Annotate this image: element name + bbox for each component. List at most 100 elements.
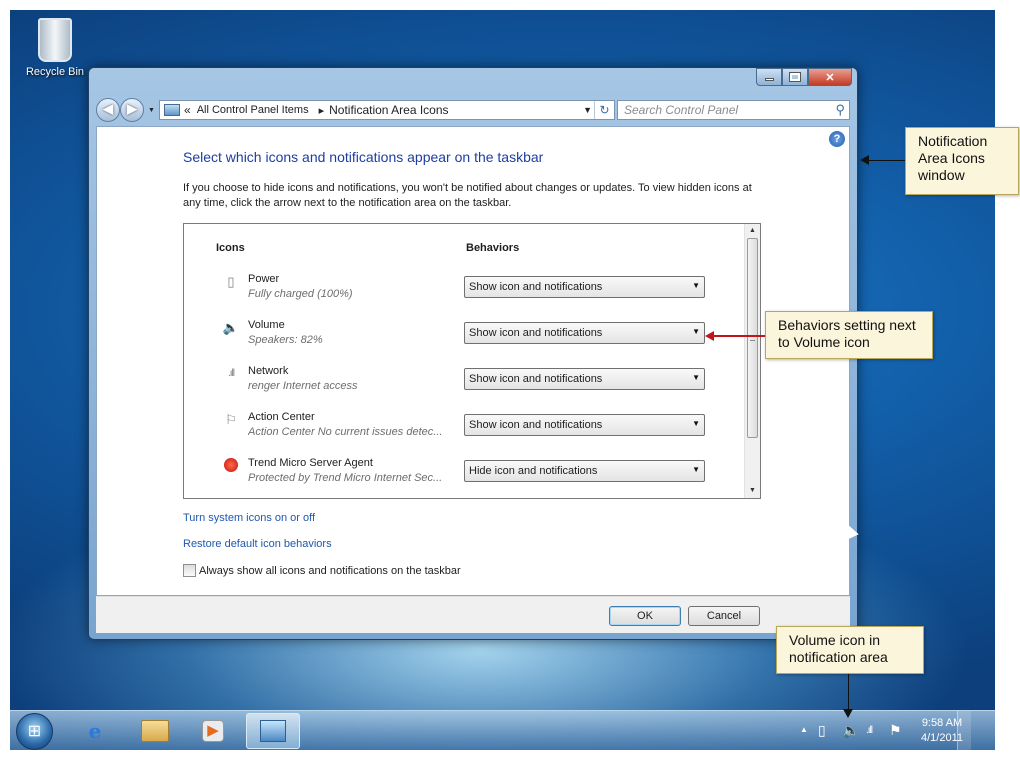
- behavior-select[interactable]: Show icon and notifications ▼: [464, 368, 705, 390]
- always-show-option[interactable]: Always show all icons and notifications …: [183, 564, 461, 577]
- show-hidden-icons-arrow-icon[interactable]: ▲: [800, 725, 808, 734]
- notification-area-icons-window: ✕ ◀ ▶ ▼ « All Control Panel Items ▸ Noti…: [88, 67, 858, 640]
- breadcrumb-item[interactable]: All Control Panel Items: [197, 104, 309, 116]
- icons-table: Icons Behaviors ▯ Power Fully charged (1…: [183, 223, 761, 499]
- taskbar-windows-explorer[interactable]: [128, 713, 182, 749]
- ok-button[interactable]: OK: [609, 606, 681, 626]
- callout-volume-line: [848, 674, 849, 710]
- close-button[interactable]: ✕: [808, 68, 852, 86]
- table-row: ▯ Power Fully charged (100%) Show icon a…: [184, 270, 744, 316]
- power-icon: ▯: [227, 274, 235, 289]
- behavior-value: Show icon and notifications: [469, 373, 603, 385]
- minimize-icon: [764, 77, 774, 81]
- breadcrumb-overflow[interactable]: «: [184, 103, 191, 117]
- turn-system-icons-link[interactable]: Turn system icons on or off: [183, 512, 315, 524]
- show-desktop-button[interactable]: [957, 711, 971, 751]
- callout-volume: Volume icon in notification area: [776, 626, 924, 674]
- row-name: Trend Micro Server Agent: [248, 457, 373, 469]
- chevron-down-icon: ▼: [692, 327, 700, 336]
- network-icon: .ıll: [228, 368, 235, 379]
- behavior-value: Show icon and notifications: [469, 327, 603, 339]
- recycle-bin-shortcut[interactable]: Recycle Bin: [20, 18, 90, 78]
- scroll-up-icon[interactable]: ▲: [745, 224, 760, 238]
- address-bar[interactable]: « All Control Panel Items ▸ Notification…: [159, 100, 615, 120]
- scroll-down-icon[interactable]: ▼: [745, 484, 760, 498]
- recycle-bin-icon: [38, 18, 72, 62]
- chevron-down-icon: ▼: [692, 465, 700, 474]
- trend-micro-icon: [222, 458, 240, 474]
- taskbar-internet-explorer[interactable]: e: [68, 713, 122, 749]
- address-dropdown-icon[interactable]: ▼: [583, 105, 592, 115]
- row-name: Power: [248, 273, 280, 285]
- recent-pages-dropdown[interactable]: ▼: [148, 107, 155, 114]
- dialog-footer: OK Cancel: [96, 596, 850, 633]
- start-button[interactable]: ⊞: [16, 713, 53, 750]
- search-icon[interactable]: ⚲: [835, 102, 845, 118]
- forward-button[interactable]: ▶: [120, 98, 144, 122]
- behavior-select[interactable]: Show icon and notifications ▼: [464, 414, 705, 436]
- behavior-value: Hide icon and notifications: [469, 465, 598, 477]
- behavior-select[interactable]: Show icon and notifications ▼: [464, 276, 705, 298]
- scrollbar-thumb[interactable]: [747, 238, 758, 438]
- column-header-icons: Icons: [216, 242, 245, 254]
- control-panel-icon: [260, 720, 286, 742]
- always-show-label[interactable]: Always show all icons and notifications …: [199, 565, 461, 577]
- behavior-select[interactable]: Hide icon and notifications ▼: [464, 460, 705, 482]
- chevron-down-icon: ▼: [692, 281, 700, 290]
- callout-behaviors-arrowhead: [705, 331, 714, 341]
- table-row: .ıll Network renger Internet access Show…: [184, 362, 744, 408]
- notification-area: ▲ ▯ 🔈 .ıll ⚑ 9:58 AM 4/1/2011: [796, 711, 971, 751]
- content-pane: ? Select which icons and notifications a…: [96, 126, 850, 596]
- row-description: Action Center No current issues detec...: [248, 426, 443, 438]
- windows-logo-icon: ⊞: [27, 723, 42, 740]
- tray-volume-icon[interactable]: 🔈: [842, 722, 859, 739]
- row-name: Action Center: [248, 411, 315, 423]
- callout-window: Notification Area Icons window: [905, 127, 1019, 195]
- chevron-down-icon: ▼: [692, 419, 700, 428]
- taskbar-media-player[interactable]: ▶: [186, 713, 240, 749]
- restore-defaults-link[interactable]: Restore default icon behaviors: [183, 538, 332, 550]
- search-input[interactable]: Search Control Panel ⚲: [617, 100, 850, 120]
- behavior-value: Show icon and notifications: [469, 419, 603, 431]
- caption-buttons: ✕: [756, 68, 852, 86]
- table-scrollbar[interactable]: ▲ ▼: [744, 224, 760, 498]
- volume-icon: 🔈: [222, 320, 240, 335]
- behavior-select[interactable]: Show icon and notifications ▼: [464, 322, 705, 344]
- breadcrumb-item[interactable]: Notification Area Icons: [329, 103, 448, 117]
- maximize-button[interactable]: [782, 68, 808, 86]
- callout-window-line: [868, 160, 905, 161]
- forward-arrow-icon: ▶: [127, 101, 137, 116]
- breadcrumb-separator-icon[interactable]: ▸: [319, 104, 325, 117]
- taskbar-control-panel[interactable]: [246, 713, 300, 749]
- navigation-bar: ◀ ▶ ▼ « All Control Panel Items ▸ Notifi…: [96, 98, 850, 122]
- minimize-button[interactable]: [756, 68, 782, 86]
- row-description: renger Internet access: [248, 380, 358, 392]
- close-icon: ✕: [825, 71, 835, 84]
- always-show-checkbox[interactable]: [183, 564, 196, 577]
- row-description: Protected by Trend Micro Internet Sec...: [248, 472, 443, 484]
- control-panel-icon: [164, 104, 180, 116]
- page-title: Select which icons and notifications app…: [183, 149, 544, 165]
- tray-power-icon[interactable]: ▯: [818, 722, 826, 739]
- column-header-behaviors: Behaviors: [466, 242, 520, 254]
- tray-network-icon[interactable]: .ıll: [866, 725, 873, 736]
- flag-icon: ⚐: [225, 412, 237, 427]
- callout-window-arrowhead: [860, 155, 869, 165]
- behavior-value: Show icon and notifications: [469, 281, 603, 293]
- row-name: Volume: [248, 319, 285, 331]
- row-description: Speakers: 82%: [248, 334, 323, 346]
- maximize-icon: [789, 72, 801, 82]
- media-player-icon: ▶: [202, 720, 224, 742]
- cancel-button[interactable]: Cancel: [688, 606, 760, 626]
- page-description: If you choose to hide icons and notifica…: [183, 182, 752, 209]
- back-arrow-icon: ◀: [103, 101, 113, 116]
- refresh-button[interactable]: ↻: [594, 101, 614, 119]
- back-button[interactable]: ◀: [96, 98, 120, 122]
- callout-volume-arrowhead: [843, 709, 853, 718]
- help-icon[interactable]: ?: [829, 131, 845, 147]
- internet-explorer-icon: e: [88, 719, 102, 743]
- callout-behaviors: Behaviors setting next to Volume icon: [765, 311, 933, 359]
- tray-action-center-flag-icon[interactable]: ⚑: [889, 722, 902, 739]
- table-row: ⚐ Action Center Action Center No current…: [184, 408, 744, 454]
- row-name: Network: [248, 365, 289, 377]
